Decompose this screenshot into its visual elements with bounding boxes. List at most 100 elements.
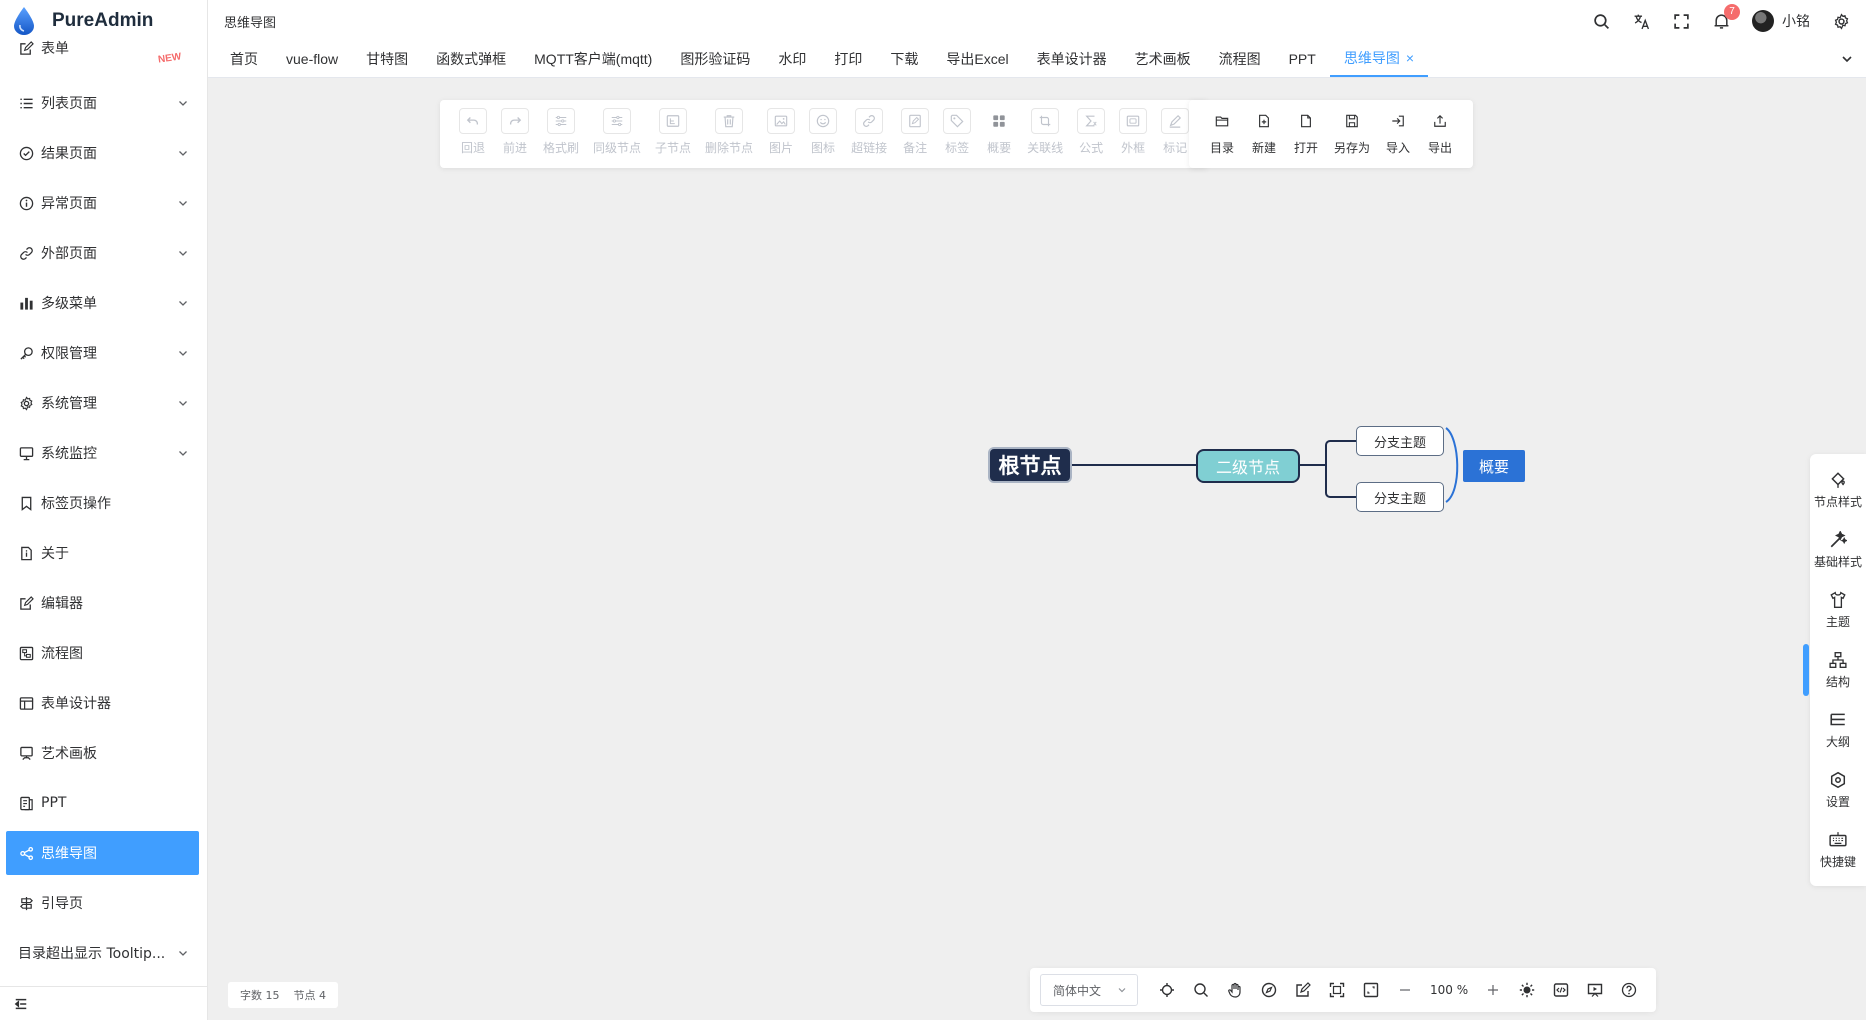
tab-3[interactable]: 函数式弹框 bbox=[422, 41, 520, 77]
mindmap-summary-node[interactable]: 概要 bbox=[1463, 450, 1525, 482]
sidebar-item-13[interactable]: 表单设计器 bbox=[0, 678, 207, 728]
side-panel-label: 结构 bbox=[1825, 674, 1850, 689]
fit-screen-icon[interactable] bbox=[1320, 975, 1354, 1005]
sidebar-item-label: 艺术画板 bbox=[41, 746, 97, 762]
tab-12[interactable]: 流程图 bbox=[1205, 41, 1275, 77]
mindmap-branch-node[interactable]: 分支主题 bbox=[1356, 426, 1444, 456]
collapse-sidebar-button[interactable] bbox=[0, 986, 208, 1020]
side-panel-label: 基础样式 bbox=[1813, 554, 1862, 569]
sidebar-item-7[interactable]: 系统管理 bbox=[0, 378, 207, 428]
sidebar-item-label: 编辑器 bbox=[41, 596, 83, 612]
sidebar-item-2[interactable]: 结果页面 bbox=[0, 128, 207, 178]
tab-4[interactable]: MQTT客户端(mqtt) bbox=[520, 41, 666, 77]
hand-icon[interactable] bbox=[1218, 975, 1252, 1005]
close-icon[interactable]: × bbox=[1406, 50, 1414, 66]
form-icon bbox=[18, 40, 34, 56]
fullscreen-icon[interactable] bbox=[1354, 975, 1388, 1005]
sidebar-item-label: 结果页面 bbox=[41, 146, 97, 162]
breadcrumb[interactable]: 思维导图 bbox=[224, 12, 276, 31]
side-panel-shirt-button[interactable]: 主题 bbox=[1810, 580, 1866, 640]
sidebar-item-3[interactable]: 异常页面 bbox=[0, 178, 207, 228]
link-icon bbox=[18, 245, 34, 261]
chevron-down-icon bbox=[179, 201, 187, 206]
fullscreen-icon[interactable] bbox=[1672, 12, 1690, 30]
mindmap-branch-node[interactable]: 分支主题 bbox=[1356, 482, 1444, 512]
sidebar-item-8[interactable]: 系统监控 bbox=[0, 428, 207, 478]
side-panel-magic-wand-button[interactable]: 基础样式 bbox=[1810, 520, 1866, 580]
side-menu: 表单 NEW 列表页面结果页面异常页面 外部页面 多级菜单 权限管理 系统管理 系统监控 标签页… bbox=[0, 40, 207, 978]
sidebar-item-15[interactable]: PPT bbox=[0, 778, 207, 828]
key-icon bbox=[18, 345, 34, 361]
list-icon bbox=[18, 95, 34, 111]
tab-9[interactable]: 导出Excel bbox=[932, 41, 1022, 77]
mindmap-second-node[interactable]: 二级节点 bbox=[1196, 449, 1300, 483]
sidebar-item-4[interactable]: 外部页面 bbox=[0, 228, 207, 278]
node-count: 节点 4 bbox=[293, 989, 327, 1002]
tab-5[interactable]: 图形验证码 bbox=[666, 41, 764, 77]
compass-icon[interactable] bbox=[1252, 975, 1286, 1005]
language-select[interactable]: 简体中文 bbox=[1040, 974, 1138, 1006]
count-status: 字数 15 节点 4 bbox=[228, 982, 338, 1008]
sidebar-item-11[interactable]: 编辑器 bbox=[0, 578, 207, 628]
sidebar-item-1[interactable]: 列表页面 bbox=[0, 78, 207, 128]
zoom-out-icon[interactable] bbox=[1388, 975, 1422, 1005]
user-menu[interactable]: 小铭 bbox=[1752, 10, 1810, 32]
collapse-icon bbox=[14, 998, 27, 1009]
tab-label: 图形验证码 bbox=[680, 51, 751, 67]
sidebar-item-18[interactable]: 目录超出显示 Tooltip... bbox=[0, 928, 207, 978]
sidebar-item-12[interactable]: 流程图 bbox=[0, 628, 207, 678]
side-panel-paint-button[interactable]: 节点样式 bbox=[1810, 460, 1866, 520]
search-icon[interactable] bbox=[1184, 975, 1218, 1005]
tab-10[interactable]: 表单设计器 bbox=[1023, 41, 1121, 77]
monitor-icon bbox=[18, 445, 34, 461]
tab-11[interactable]: 艺术画板 bbox=[1121, 41, 1205, 77]
sidebar-item-16[interactable]: 思维导图 bbox=[6, 831, 199, 875]
tab-label: 表单设计器 bbox=[1036, 51, 1107, 67]
edit-icon[interactable] bbox=[1286, 975, 1320, 1005]
side-panel-label: 节点样式 bbox=[1813, 494, 1862, 509]
bell-icon[interactable]: 7 bbox=[1712, 4, 1740, 30]
mindmap-canvas[interactable]: 回退 前进 格式刷 同级节点 子节点 删除节点 图片 图标 超链接 备注 标签 概要 关联线 公式 外框 标记… bbox=[208, 78, 1866, 1020]
chevron-down-icon bbox=[179, 151, 187, 156]
search-icon[interactable] bbox=[1592, 12, 1610, 30]
notification-badge: 7 bbox=[1724, 4, 1740, 20]
sun-icon[interactable] bbox=[1510, 975, 1544, 1005]
flow-icon bbox=[18, 645, 34, 661]
chevron-down-icon bbox=[179, 301, 187, 306]
sidebar-item-5[interactable]: 多级菜单 bbox=[0, 278, 207, 328]
logo-drop-icon bbox=[14, 7, 34, 35]
tab-0[interactable]: 首页 bbox=[216, 41, 272, 77]
side-panel-label: 主题 bbox=[1825, 614, 1850, 629]
translate-icon[interactable] bbox=[1632, 12, 1650, 30]
logo[interactable]: PureAdmin bbox=[0, 0, 207, 42]
chevron-down-icon bbox=[179, 251, 187, 256]
side-panel-structure-button[interactable]: 结构 bbox=[1803, 640, 1866, 700]
tab-label: vue-flow bbox=[286, 51, 339, 67]
chevron-down-icon[interactable] bbox=[1840, 52, 1854, 66]
side-panel-outline-button[interactable]: 大纲 bbox=[1810, 700, 1866, 760]
gear-icon bbox=[18, 395, 34, 411]
edit-icon bbox=[18, 595, 34, 611]
locate-icon[interactable] bbox=[1150, 975, 1184, 1005]
zoom-in-icon[interactable] bbox=[1476, 975, 1510, 1005]
tab-7[interactable]: 打印 bbox=[820, 41, 876, 77]
tab-13[interactable]: PPT bbox=[1275, 41, 1330, 77]
tab-6[interactable]: 水印 bbox=[764, 41, 820, 77]
sidebar-item-0[interactable]: 表单 NEW bbox=[0, 40, 207, 66]
gear-icon[interactable] bbox=[1832, 12, 1850, 30]
tab-14[interactable]: 思维导图 × bbox=[1329, 41, 1429, 77]
tab-2[interactable]: 甘特图 bbox=[352, 41, 422, 77]
side-panel-keyboard-button[interactable]: 快捷键 bbox=[1810, 820, 1866, 880]
sidebar-item-14[interactable]: 艺术画板 bbox=[0, 728, 207, 778]
presentation-icon[interactable] bbox=[1578, 975, 1612, 1005]
tab-8[interactable]: 下载 bbox=[876, 41, 932, 77]
sidebar-item-9[interactable]: 标签页操作 bbox=[0, 478, 207, 528]
side-panel-settings-button[interactable]: 设置 bbox=[1810, 760, 1866, 820]
code-icon[interactable] bbox=[1544, 975, 1578, 1005]
sidebar-item-17[interactable]: 引导页 bbox=[0, 878, 207, 928]
help-icon[interactable] bbox=[1612, 975, 1646, 1005]
mindmap-root-node[interactable]: 根节点 bbox=[988, 447, 1072, 483]
sidebar-item-6[interactable]: 权限管理 bbox=[0, 328, 207, 378]
tab-1[interactable]: vue-flow bbox=[272, 41, 352, 77]
sidebar-item-10[interactable]: 关于 bbox=[0, 528, 207, 578]
